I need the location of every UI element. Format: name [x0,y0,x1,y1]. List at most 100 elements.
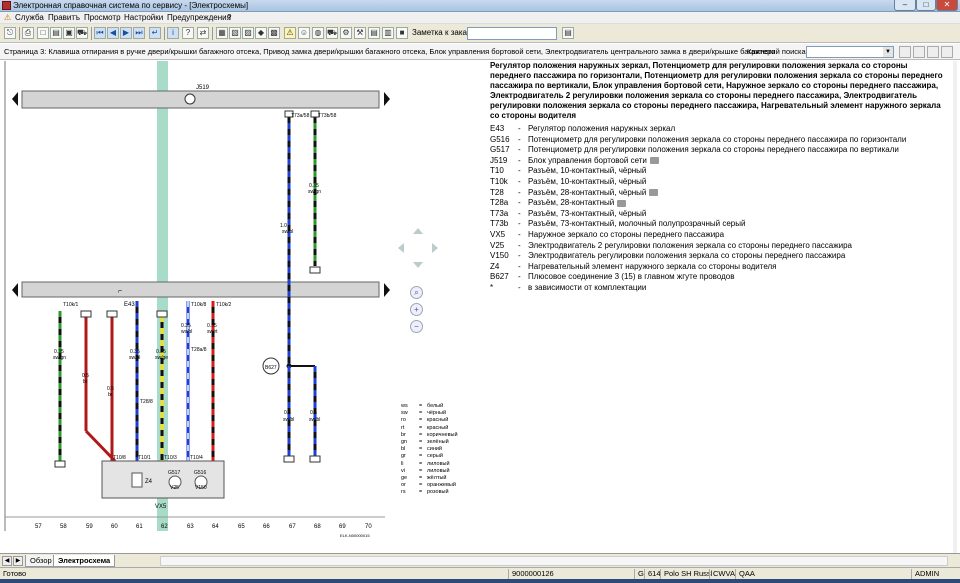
page-info-bar: Страница 3: Клавиша отпирания в ручке дв… [0,44,960,60]
color-code: vi [401,467,405,474]
svg-text:V150: V150 [195,485,207,491]
doc-tool-1-icon[interactable]: ▦ [216,27,228,39]
menu-help[interactable]: ? [227,13,231,22]
svg-text:Z4: Z4 [145,479,153,485]
legend-item-desc: Плюсовое соединение 3 (15) в главном жгу… [528,272,735,282]
legend-item-code: J519 [490,155,508,165]
zoom-fit-icon[interactable]: ⌕ [410,286,423,299]
minimize-button[interactable]: – [894,0,916,11]
info-icon[interactable]: i [167,27,179,39]
new-document-icon[interactable]: □ [37,27,49,39]
camera-icon[interactable] [649,157,659,165]
order-note-input[interactable] [467,27,557,40]
tab-overview[interactable]: Обзор [25,555,57,567]
menu-view[interactable]: Просмотр [84,13,121,22]
menu-edit[interactable]: Правитъ [48,13,80,22]
doc-tool-3-icon[interactable]: ▨ [242,27,254,39]
color-code-row: vi = лиловый [401,468,481,475]
exit-icon[interactable]: ⎋ [4,27,16,39]
svg-text:T10/4: T10/4 [190,455,203,461]
svg-text:G517: G517 [168,470,180,476]
camera-icon[interactable] [649,188,659,196]
tab-scroll-right-icon[interactable]: ▶ [13,556,23,566]
chevron-down-icon[interactable]: ▼ [883,47,893,57]
equals-sign: = [419,439,423,446]
legend-item-dash: - [518,155,521,165]
legend-item: VX5 - Наружное зеркало со стороны переднег… [490,230,950,241]
maximize-button[interactable]: □ [916,0,936,11]
status-order-number: 9000000126 [508,569,557,579]
legend-item-dash: - [518,166,521,176]
svg-text:58: 58 [60,524,67,530]
zoom-in-icon[interactable]: + [410,303,423,316]
vertical-scrollbar[interactable] [953,61,957,553]
clipboard-icon[interactable]: ▤ [368,27,380,39]
legend-item-dash: - [518,208,521,218]
swap-icon[interactable]: ⇄ [197,27,209,39]
filter-icon[interactable] [927,46,939,58]
legend-item: T73b - Разъём, 73-контактный, молочный пол… [490,219,950,230]
equals-sign: = [419,446,423,453]
scroll-right-arrow-icon[interactable] [384,92,390,106]
legend-item: G516- Потенциометр для регулировки положе… [490,135,950,146]
clear-filter-icon[interactable] [941,46,953,58]
warning-icon[interactable]: ⚠ [284,27,296,39]
print-icon[interactable]: ⎙ [22,27,34,39]
search-icon[interactable] [899,46,911,58]
svg-text:V25: V25 [170,485,179,491]
tab-scroll-left-icon[interactable]: ◀ [2,556,12,566]
svg-text:63: 63 [187,524,194,530]
search-next-icon[interactable] [913,46,925,58]
help-icon[interactable]: ? [182,27,194,39]
svg-text:T10k/2: T10k/2 [216,302,232,308]
tab-wiring-diagram[interactable]: Электросхема [53,555,116,567]
return-icon[interactable]: ↵ [149,27,161,39]
equals-sign: = [419,482,423,489]
menu-service[interactable]: Служба [15,13,44,22]
open-document-icon[interactable]: ▤ [50,27,62,39]
pan-left-icon[interactable] [398,243,404,253]
last-page-icon[interactable]: ⏭ [133,27,145,39]
next-page-icon[interactable]: ▶ [120,27,132,39]
legend-item-desc: Электродвигатель регулировки положения з… [528,251,846,261]
menu-settings[interactable]: Настройки [124,13,163,22]
tabs-bar: ◀ ▶ Обзор Электросхема [0,553,960,567]
e43-switch-bar[interactable] [21,281,380,298]
svg-text:60: 60 [111,524,118,530]
legend-item-desc: Разъём, 28-контактный, чёрный [528,188,659,199]
gear-icon[interactable]: ⚙ [340,27,352,39]
order-note-icon[interactable]: ▤ [562,27,574,39]
color-name: красный [427,417,449,424]
car-icon[interactable]: ⛟ [76,27,88,39]
horizontal-scrollbar[interactable] [160,556,948,566]
car-tool-icon[interactable]: ⛟ [326,27,338,39]
camera-icon[interactable] [617,199,627,207]
wiring-diagram[interactable]: J519 ⌐ E43 T73a/58 T73b/58 B627 T10k/1 T… [0,61,390,553]
j519-control-unit[interactable] [21,90,380,109]
legend-item-dash: - [518,282,521,292]
pan-right-icon[interactable] [432,243,438,253]
menu-warnings[interactable]: Предупреждения [167,13,231,22]
search-criteria-select[interactable]: ▼ [806,46,894,58]
tools-icon[interactable]: ⚒ [354,27,366,39]
save-icon[interactable]: ▣ [63,27,75,39]
diamond-icon[interactable]: ◆ [255,27,267,39]
legend-item-code: T73a [490,208,509,218]
book-icon[interactable]: ▥ [382,27,394,39]
globe-icon[interactable]: ◍ [312,27,324,39]
legend-item: V150- Электродвигатель регулировки положе… [490,251,950,262]
pan-down-icon[interactable] [413,262,423,268]
person-icon[interactable]: ☺ [298,27,310,39]
stop-icon[interactable]: ■ [396,27,408,39]
scroll-left-arrow-icon[interactable] [12,92,18,106]
color-name: серый [427,453,443,460]
first-page-icon[interactable]: ⏮ [94,27,106,39]
doc-tool-4-icon[interactable]: ▩ [268,27,280,39]
close-button[interactable]: ✕ [936,0,958,11]
previous-page-icon[interactable]: ◀ [107,27,119,39]
pan-up-icon[interactable] [413,228,423,234]
legend-item-desc: Электродвигатель 2 регулировки положения… [528,240,852,250]
doc-tool-2-icon[interactable]: ▧ [229,27,241,39]
zoom-out-icon[interactable]: − [410,320,423,333]
pan-control[interactable] [396,226,440,270]
